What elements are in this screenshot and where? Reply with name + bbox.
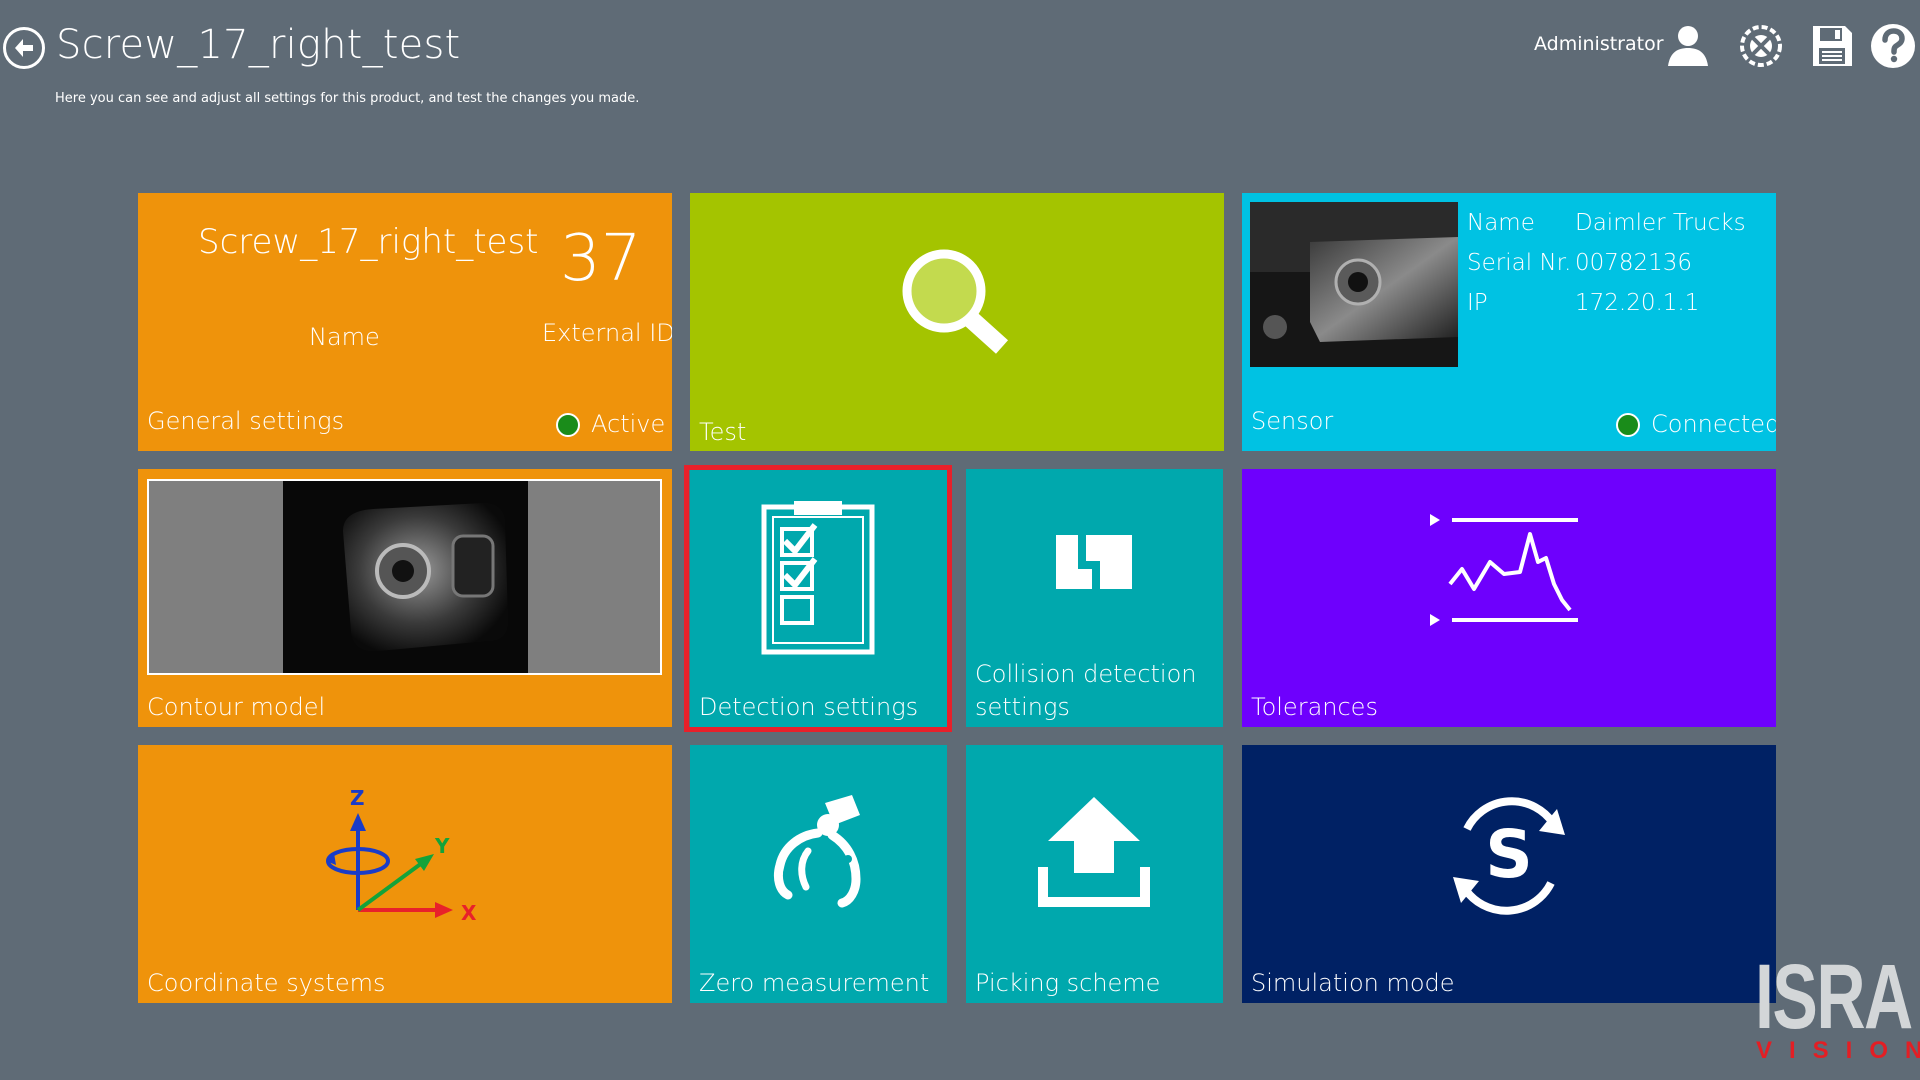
simulation-mode-label: Simulation mode [1251, 969, 1455, 997]
sensor-serial-key: Serial Nr. [1467, 250, 1572, 276]
connected-status-text: Connected [1651, 410, 1776, 438]
tolerance-chart-icon [1430, 514, 1578, 626]
tolerances-tile[interactable]: Tolerances [1242, 469, 1776, 727]
product-name-value: Screw_17_right_test [198, 222, 539, 262]
x-axis-label: X [461, 901, 477, 925]
sensor-camera-image [1250, 202, 1458, 367]
contour-model-tile[interactable]: Contour model [138, 469, 672, 727]
general-settings-tile[interactable]: Screw_17_right_test Name 37 External ID … [138, 193, 672, 451]
sensor-label: Sensor [1251, 407, 1334, 435]
page-subtitle: Here you can see and adjust all settings… [55, 91, 640, 106]
coordinate-systems-label: Coordinate systems [147, 969, 386, 997]
product-name-caption: Name [309, 323, 380, 351]
user-icon[interactable] [1664, 22, 1712, 70]
upload-arrow-icon [1038, 797, 1150, 907]
simulation-s-symbol: S [1485, 816, 1533, 893]
save-icon[interactable] [1808, 22, 1856, 70]
zero-measurement-tile[interactable]: Zero measurement [690, 745, 947, 1003]
detection-settings-label: Detection settings [699, 693, 919, 721]
collision-detection-settings-tile[interactable]: Collision detection settings [966, 469, 1223, 727]
contour-model-preview [147, 479, 662, 675]
test-label: Test [699, 418, 747, 446]
collision-detection-label-line1: Collision detection [975, 660, 1197, 688]
active-status-indicator [556, 413, 580, 437]
sensor-tile[interactable]: Name Daimler Trucks Serial Nr. 00782136 … [1242, 193, 1776, 451]
y-axis-label: Y [434, 834, 450, 858]
page-title: Screw_17_right_test [56, 22, 461, 68]
external-id-caption: External ID [542, 319, 672, 347]
sensor-ip-value: 172.20.1.1 [1575, 290, 1700, 316]
detection-settings-tile[interactable]: Detection settings [690, 469, 947, 727]
service-tools-icon[interactable] [1737, 22, 1785, 70]
sensor-name-value: Daimler Trucks [1575, 210, 1746, 236]
contour-model-label: Contour model [147, 693, 326, 721]
current-user-label: Administrator [1534, 33, 1664, 55]
robot-gripper-icon [773, 795, 861, 908]
isra-logo-text: ISRA [1755, 946, 1913, 1048]
test-tile[interactable]: Test [690, 193, 1224, 451]
simulation-cycle-icon: S [1453, 797, 1565, 915]
back-button[interactable] [3, 27, 45, 69]
collision-shapes-icon [1056, 535, 1132, 589]
back-icon [15, 39, 33, 57]
general-settings-label: General settings [147, 407, 345, 435]
vision-logo-text: VISION [1756, 1037, 1920, 1064]
coordinate-axes-icon: Z Y X [326, 786, 477, 925]
checklist-icon [761, 501, 875, 655]
help-icon[interactable] [1869, 22, 1917, 70]
external-id-value: 37 [560, 222, 642, 296]
simulation-mode-tile[interactable]: S Simulation mode [1242, 745, 1776, 1003]
connected-status-indicator [1616, 413, 1640, 437]
sensor-ip-key: IP [1467, 290, 1488, 316]
magnifier-icon [902, 249, 1009, 354]
zero-measurement-label: Zero measurement [699, 969, 930, 997]
sensor-serial-value: 00782136 [1575, 250, 1693, 276]
tolerances-label: Tolerances [1251, 693, 1378, 721]
picking-scheme-tile[interactable]: Picking scheme [966, 745, 1223, 1003]
picking-scheme-label: Picking scheme [975, 969, 1161, 997]
contour-model-image [283, 481, 528, 673]
z-axis-label: Z [350, 786, 365, 810]
coordinate-systems-tile[interactable]: Z Y X Coordinate systems [138, 745, 672, 1003]
active-status-text: Active [591, 410, 666, 438]
sensor-name-key: Name [1467, 210, 1535, 236]
collision-detection-label-line2: settings [975, 693, 1070, 721]
